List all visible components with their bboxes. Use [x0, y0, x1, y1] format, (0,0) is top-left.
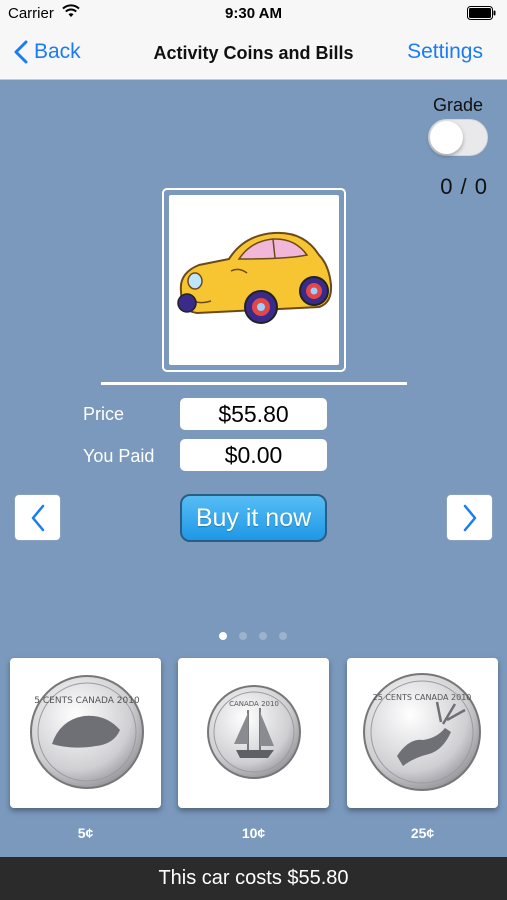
back-label: Back [34, 40, 81, 63]
page-dot[interactable] [219, 632, 227, 640]
price-message-bar: This car costs $55.80 [0, 857, 507, 900]
chevron-left-icon [14, 40, 28, 64]
buy-it-now-button[interactable]: Buy it now [180, 494, 327, 542]
grade-label: Grade [432, 95, 483, 115]
previous-item-button[interactable] [14, 494, 61, 541]
car-icon [177, 231, 333, 324]
chevron-right-icon [463, 504, 476, 531]
clock: 9:30 AM [225, 5, 282, 22]
coin-text: 25 CENTS CANADA 2010 [373, 693, 472, 702]
status-bar: Carrier 9:30 AM [0, 0, 507, 28]
divider-line [101, 382, 407, 385]
price-label: Price [83, 404, 125, 424]
page-dot[interactable] [279, 632, 287, 640]
page-dot[interactable] [259, 632, 267, 640]
item-image-frame [162, 188, 346, 372]
nickel-label: 5¢ [77, 825, 94, 841]
dime-coin-icon: CANADA 2010 [207, 685, 301, 779]
dime-label: 10¢ [241, 825, 266, 841]
price-value: $55.80 [180, 398, 327, 430]
chevron-left-icon [31, 504, 44, 531]
quarter-label: 25¢ [410, 825, 435, 841]
toggle-knob [430, 121, 463, 154]
score-counter: 0 / 0 [440, 174, 488, 199]
page-indicator [219, 632, 287, 640]
back-button[interactable]: Back [14, 40, 81, 64]
settings-button[interactable]: Settings [407, 40, 483, 64]
quarter-coin-icon: 25 CENTS CANADA 2010 [363, 673, 481, 791]
item-image [169, 195, 339, 365]
page-dot[interactable] [239, 632, 247, 640]
you-paid-label: You Paid [83, 446, 155, 466]
next-item-button[interactable] [446, 494, 493, 541]
grade-toggle[interactable] [428, 119, 488, 156]
navigation-bar: Back Activity Coins and Bills Settings [0, 28, 507, 80]
quarter-tile[interactable]: 25 CENTS CANADA 2010 [347, 658, 498, 808]
dime-tile[interactable]: CANADA 2010 [178, 658, 329, 808]
nickel-coin-icon: 5 CENTS CANADA 2010 [30, 675, 144, 789]
nickel-tile[interactable]: 5 CENTS CANADA 2010 [10, 658, 161, 808]
coin-text: CANADA 2010 [229, 700, 279, 708]
you-paid-value: $0.00 [180, 439, 327, 471]
battery-icon [467, 6, 497, 24]
coin-text: 5 CENTS CANADA 2010 [34, 696, 140, 706]
